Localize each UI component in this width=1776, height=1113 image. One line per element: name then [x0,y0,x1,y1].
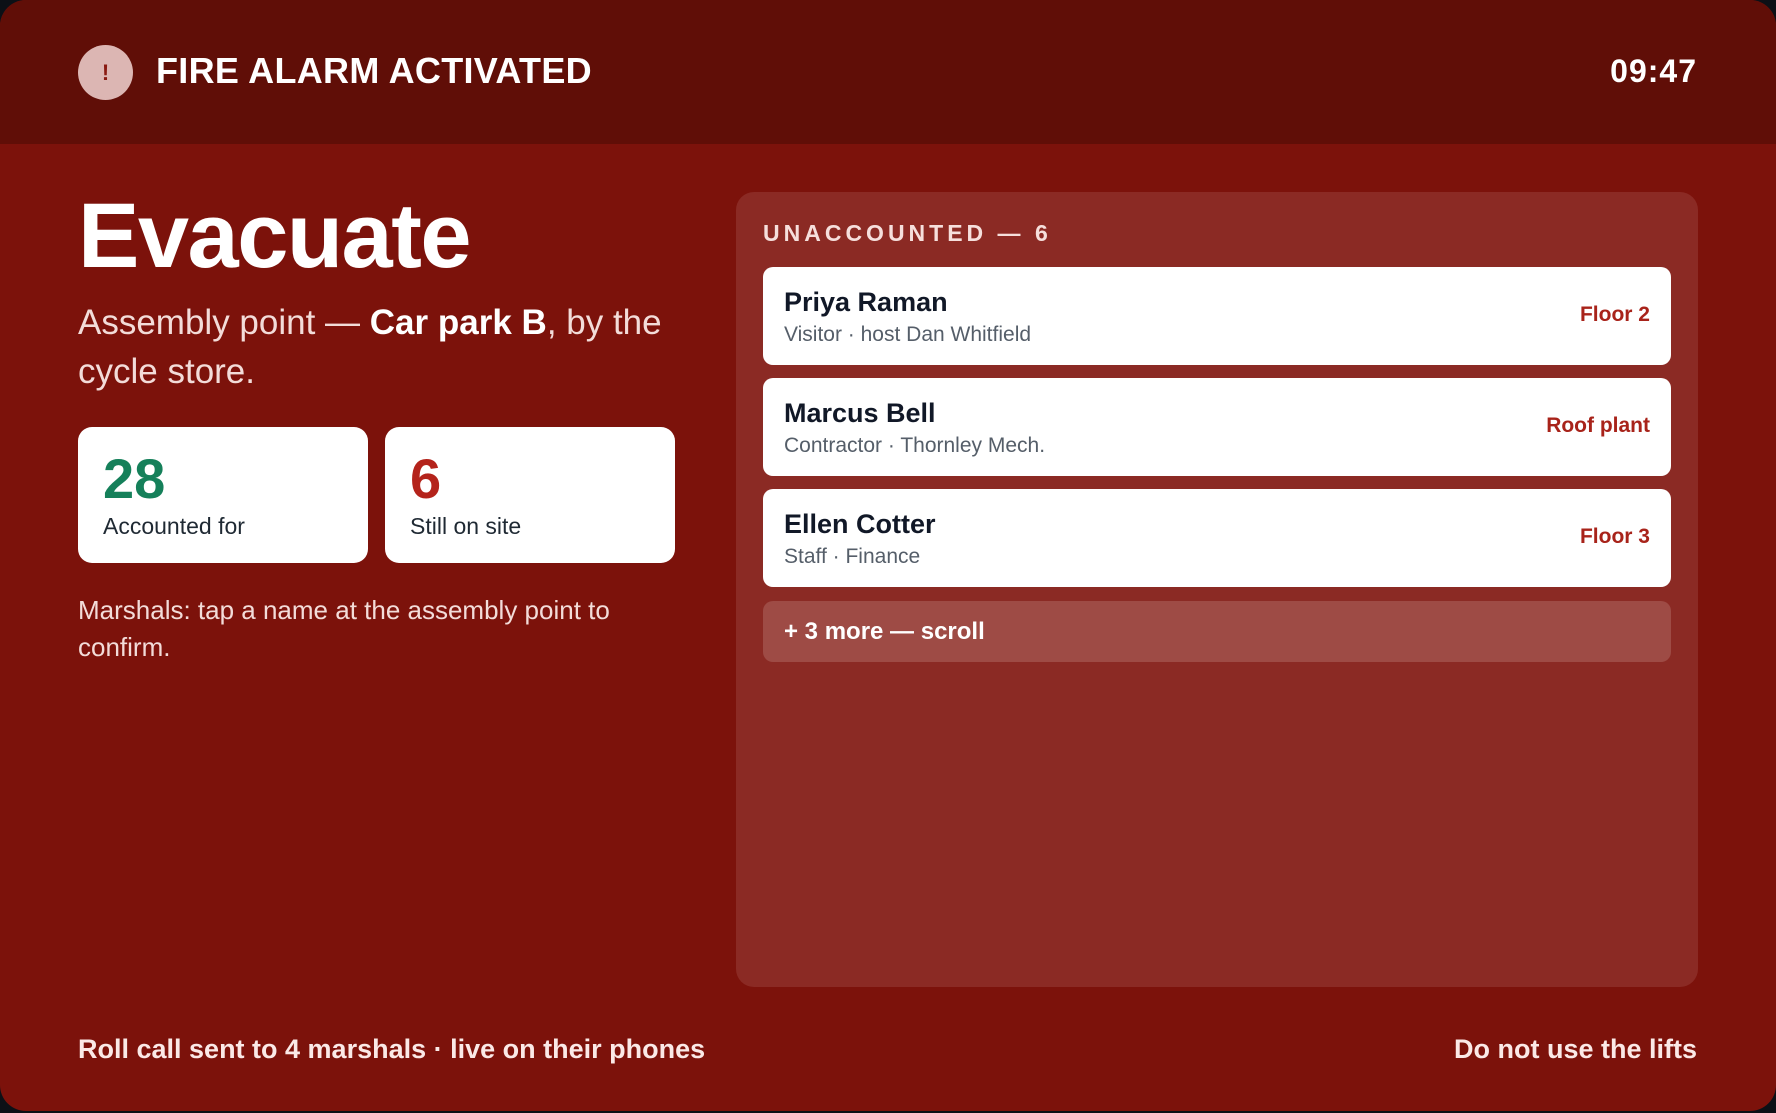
person-location: Floor 2 [1579,303,1650,326]
person-name: Priya Raman [784,287,948,317]
assembly-prefix: Assembly point — [78,303,370,342]
accounted-label: Accounted for [103,513,245,539]
person-name: Marcus Bell [784,398,936,428]
marshal-instructions: Marshals: tap a name at the assembly poi… [78,595,610,662]
more-people-label: + 3 more — scroll [784,618,985,645]
person-location: Roof plant [1546,414,1650,437]
evacuation-screen: ! FIRE ALARM ACTIVATED 09:47 Evacuate As… [0,0,1776,1111]
person-meta: Visitor · host Dan Whitfield [784,323,1032,346]
assembly-location: Car park B [369,303,547,342]
exclamation-icon: ! [78,45,133,100]
accounted-count: 28 [103,447,166,510]
on-site-stat-card: 6 Still on site [385,427,675,563]
alarm-banner: ! FIRE ALARM ACTIVATED 09:47 [0,0,1776,144]
lift-warning: Do not use the lifts [1454,1034,1697,1064]
unaccounted-heading: UNACCOUNTED — 6 [763,220,1052,246]
person-row-marcus-bell[interactable]: Marcus Bell Contractor · Thornley Mech. … [763,378,1671,476]
person-row-priya-raman[interactable]: Priya Raman Visitor · host Dan Whitfield… [763,267,1671,365]
assembly-point-text: Assembly point — Car park B, by the cycl… [78,298,678,396]
person-row-ellen-cotter[interactable]: Ellen Cotter Staff · Finance Floor 3 [763,489,1671,587]
on-site-label: Still on site [410,513,522,539]
person-location: Floor 3 [1579,525,1650,548]
more-people-button[interactable]: + 3 more — scroll [763,601,1671,662]
alarm-title: FIRE ALARM ACTIVATED [156,50,592,91]
person-meta: Contractor · Thornley Mech. [784,434,1046,457]
unaccounted-panel: UNACCOUNTED — 6 Priya Raman Visitor · ho… [736,192,1698,987]
roll-call-status: Roll call sent to 4 marshals · live on t… [78,1034,706,1064]
person-name: Ellen Cotter [784,509,936,539]
page-title: Evacuate [78,185,472,287]
alarm-time: 09:47 [1610,53,1697,89]
on-site-count: 6 [410,447,442,510]
person-meta: Staff · Finance [784,545,921,568]
accounted-stat-card: 28 Accounted for [78,427,368,563]
